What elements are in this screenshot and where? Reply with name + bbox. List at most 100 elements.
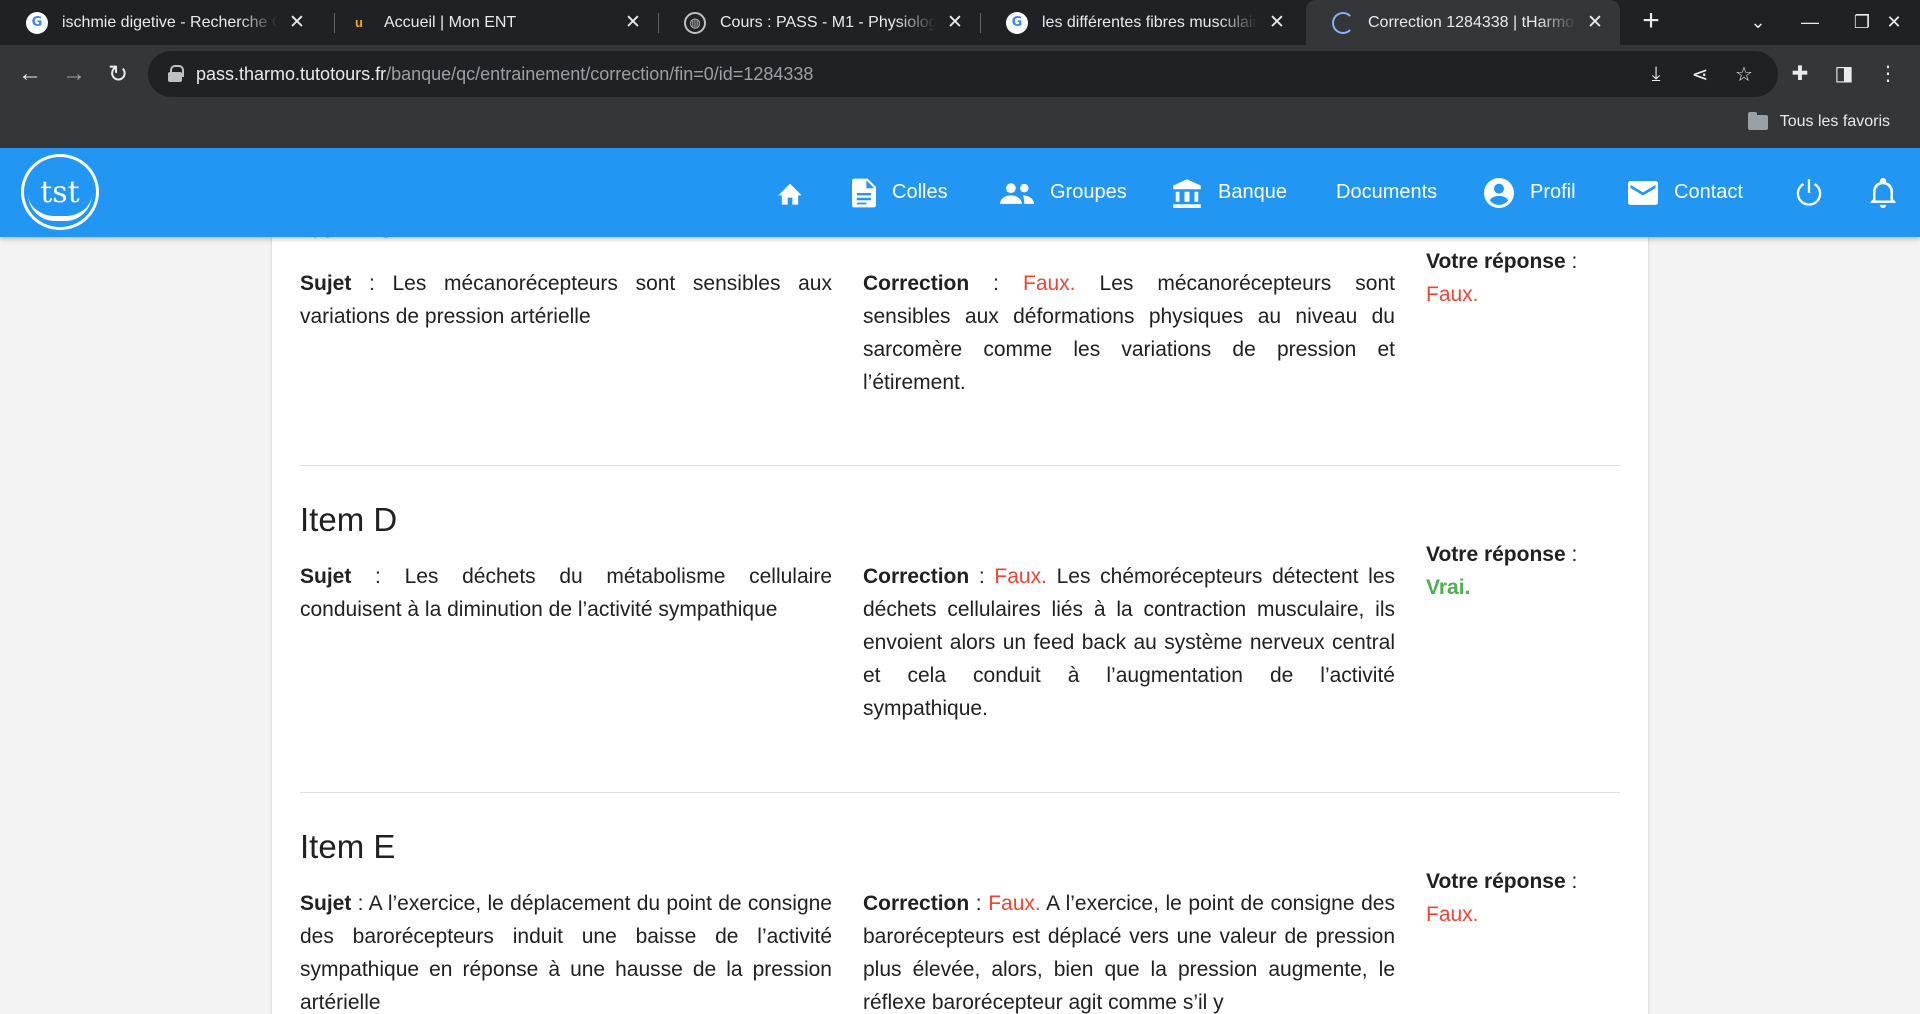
nav-colles-label: Colles: [892, 181, 948, 203]
subject-label: Sujet: [300, 272, 352, 295]
close-tab-icon[interactable]: ✕: [1266, 11, 1288, 34]
nav-home[interactable]: [776, 148, 820, 237]
close-tab-icon[interactable]: ✕: [1584, 11, 1606, 34]
minimize-button[interactable]: —: [1784, 0, 1836, 45]
share-icon[interactable]: ⋖: [1686, 60, 1714, 88]
colon: :: [969, 892, 989, 915]
logo-text: tst: [40, 174, 80, 210]
item-c-correction: Correction : Faux. Les mécanorécepteurs …: [863, 267, 1395, 399]
lock-icon[interactable]: [168, 65, 184, 83]
nav-banque-label: Banque: [1218, 181, 1287, 203]
tab-google-search-1[interactable]: G ischmie digetive - Recherche Google ✕: [0, 0, 322, 45]
correction-label: Correction: [863, 892, 970, 915]
colon: :: [969, 272, 1023, 295]
answer-value: Vrai.: [1426, 576, 1471, 599]
install-app-icon[interactable]: ⤓: [1642, 60, 1670, 88]
verdict-faux: Faux.: [988, 892, 1041, 915]
your-answer-label: Votre réponse: [1426, 543, 1566, 566]
colon: :: [1565, 870, 1578, 893]
close-tab-icon[interactable]: ✕: [286, 11, 308, 34]
subject-text: A l’exercice, le déplacement du point de…: [300, 892, 832, 1014]
nav-groupes[interactable]: Groupes: [1000, 148, 1127, 237]
item-divider: [300, 792, 1620, 793]
close-tab-icon[interactable]: ✕: [622, 11, 644, 34]
item-d-subject: Sujet : Les déchets du métabolisme cellu…: [300, 560, 832, 626]
globe-icon: ◍: [684, 11, 706, 34]
nav-logout[interactable]: [1795, 148, 1839, 237]
tab-correction-active[interactable]: Correction 1284338 | tHarmo ✕: [1306, 0, 1620, 45]
menu-kebab-icon[interactable]: ⋮: [1872, 57, 1904, 89]
close-window-button[interactable]: ✕: [1868, 0, 1920, 45]
tab-cours-physiologie[interactable]: ◍ Cours : PASS - M1 - Physiologie ✕: [658, 0, 980, 45]
bank-icon: [1172, 178, 1202, 208]
nav-contact-label: Contact: [1674, 181, 1743, 203]
item-e-correction: Correction : Faux. A l’exercice, le poin…: [863, 887, 1395, 1014]
tab-title: Cours : PASS - M1 - Physiologie: [720, 13, 936, 31]
tab-mon-ent[interactable]: u Accueil | Mon ENT ✕: [322, 0, 658, 45]
subject-label: Sujet: [300, 892, 352, 915]
item-e-subject: Sujet : A l’exercice, le déplacement du …: [300, 887, 832, 1014]
folder-icon: [1747, 111, 1768, 130]
loading-icon: [1332, 11, 1354, 34]
mail-icon: [1628, 180, 1658, 205]
colon: :: [351, 892, 369, 915]
bookmarks-bar: Tous les favoris: [0, 103, 1920, 148]
nav-documents[interactable]: Documents: [1336, 148, 1437, 237]
home-icon: [776, 180, 804, 206]
google-icon: G: [1006, 11, 1028, 34]
close-tab-icon[interactable]: ✕: [944, 11, 966, 34]
nav-documents-label: Documents: [1336, 181, 1438, 203]
all-bookmarks-label: Tous les favoris: [1779, 113, 1890, 130]
nav-groupes-label: Groupes: [1050, 181, 1127, 203]
browser-toolbar: ← → ↻ pass.tharmo.tutotours.fr/banque/qc…: [0, 45, 1920, 103]
colon: :: [351, 565, 405, 588]
colon: :: [351, 272, 393, 295]
account-icon: [1484, 177, 1514, 208]
tab-title: les différentes fibres musculaires: [1042, 13, 1258, 31]
bookmark-star-icon[interactable]: ☆: [1730, 60, 1758, 88]
nav-banque[interactable]: Banque: [1172, 148, 1287, 237]
nav-profil-label: Profil: [1530, 181, 1576, 203]
site-navbar: tst Colles Groupes Banque Documents Prof…: [0, 148, 1920, 237]
item-c-your-answer: Votre réponse : Faux.: [1426, 245, 1616, 311]
all-bookmarks-folder[interactable]: Tous les favoris: [1747, 111, 1890, 131]
address-bar[interactable]: pass.tharmo.tutotours.fr/banque/qc/entra…: [148, 51, 1778, 97]
colon: :: [1565, 543, 1578, 566]
url-path: /banque/qc/entrainement/correction/fin=0…: [386, 63, 814, 84]
site-logo[interactable]: tst: [21, 154, 99, 230]
browser-tab-strip: G ischmie digetive - Recherche Google ✕ …: [0, 0, 1920, 45]
back-button[interactable]: ←: [14, 58, 46, 90]
nav-colles[interactable]: Colles: [852, 148, 948, 237]
your-answer-label: Votre réponse: [1426, 250, 1566, 273]
reload-button[interactable]: ↻: [102, 58, 134, 90]
tab-search-button[interactable]: ⌄: [1732, 0, 1784, 45]
item-divider: [300, 465, 1620, 466]
correction-card: Item C Sujet : Les mécanorécepteurs sont…: [272, 237, 1648, 1014]
power-icon: [1795, 178, 1823, 207]
item-d-your-answer: Votre réponse : Vrai.: [1426, 538, 1616, 604]
item-e-title: Item E: [300, 828, 396, 865]
new-tab-button[interactable]: +: [1636, 6, 1666, 37]
correction-label: Correction: [863, 272, 970, 295]
groups-icon: [1000, 181, 1034, 205]
google-icon: G: [26, 11, 48, 34]
document-icon: [852, 178, 876, 208]
item-c-subject: Sujet : Les mécanorécepteurs sont sensib…: [300, 267, 832, 333]
nav-contact[interactable]: Contact: [1628, 148, 1743, 237]
extensions-icon[interactable]: ✚: [1784, 57, 1816, 89]
tab-google-search-2[interactable]: G les différentes fibres musculaires ✕: [980, 0, 1302, 45]
tab-title: Accueil | Mon ENT: [384, 13, 517, 31]
side-panel-icon[interactable]: ◨: [1828, 57, 1860, 89]
bell-icon: [1870, 177, 1896, 208]
item-d-correction: Correction : Faux. Les chémorécepteurs d…: [863, 560, 1395, 725]
url-text[interactable]: pass.tharmo.tutotours.fr/banque/qc/entra…: [196, 64, 813, 85]
page-viewport: tst Colles Groupes Banque Documents Prof…: [0, 148, 1920, 1014]
correction-text: Les chémorécepteurs détectent les déchet…: [863, 565, 1395, 720]
nav-notifications[interactable]: [1870, 148, 1912, 237]
verdict-faux: Faux.: [1023, 272, 1076, 295]
your-answer-label: Votre réponse: [1426, 870, 1566, 893]
forward-button[interactable]: →: [58, 58, 90, 90]
url-host: pass.tharmo.tutotours.fr: [196, 63, 387, 84]
subject-label: Sujet: [300, 565, 352, 588]
nav-profil[interactable]: Profil: [1484, 148, 1576, 237]
